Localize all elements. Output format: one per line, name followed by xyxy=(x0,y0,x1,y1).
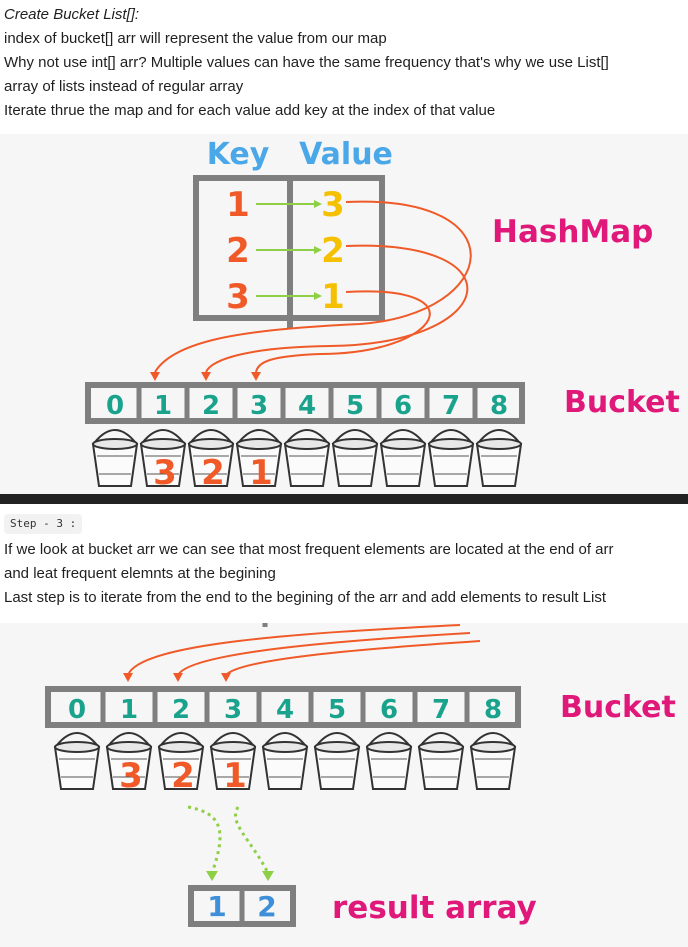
step-badge: Step - 3 : xyxy=(4,514,83,534)
pail-icon xyxy=(417,732,465,790)
arrowhead xyxy=(201,372,211,381)
explanation-line: array of lists instead of regular array xyxy=(4,78,244,95)
section-heading-create-bucket: Create Bucket List[]: xyxy=(4,6,140,23)
arrow-into-bucket3 xyxy=(225,640,481,676)
value-header: Value xyxy=(299,137,393,172)
bucket-content-3: 1 xyxy=(223,756,247,796)
hashmap-value-1: 1 xyxy=(321,277,345,317)
arrowhead xyxy=(150,372,160,381)
incoming-arrows xyxy=(123,624,481,682)
hashmap-rows: 1 3 2 2 3 1 xyxy=(226,185,345,317)
bucket-index-6: 6 xyxy=(394,391,412,421)
result-value-1: 1 xyxy=(207,890,226,923)
pail-icon xyxy=(469,732,517,790)
bucket-index-3: 3 xyxy=(250,391,268,421)
explanation-line: and leat frequent elemnts at the beginin… xyxy=(4,565,276,582)
pail-icon xyxy=(427,429,475,487)
hashmap-label: HashMap xyxy=(492,214,653,250)
explanation-line: Why not use int[] arr? Multiple values c… xyxy=(4,54,609,71)
pail-icon xyxy=(53,732,101,790)
pail-icon xyxy=(91,429,139,487)
pail-icon xyxy=(475,429,523,487)
hashmap-key-2: 2 xyxy=(226,231,250,271)
pail-icon xyxy=(283,429,331,487)
arrowhead xyxy=(206,871,218,881)
explanation-line: Iterate thrue the map and for each value… xyxy=(4,102,496,119)
result-value-2: 2 xyxy=(257,890,276,923)
bucket-index-4: 4 xyxy=(298,391,316,421)
arrowhead xyxy=(262,871,274,881)
pail-icon xyxy=(261,732,309,790)
arrow-bucket1-to-result xyxy=(234,806,270,874)
bucket-index-7: 7 xyxy=(442,391,460,421)
arrow-into-bucket1 xyxy=(127,624,461,676)
bucket-index-3: 3 xyxy=(224,695,242,725)
explanation-line: If we look at bucket arr we can see that… xyxy=(4,541,614,558)
bucket-index-1: 1 xyxy=(120,695,138,725)
bucket-to-result-diagram: 012345678 Bucket 321 12 result array xyxy=(45,623,676,927)
bucket-index-cells: 012345678 xyxy=(106,385,508,421)
hashmap-value-2: 2 xyxy=(321,231,345,271)
bucket-index-8: 8 xyxy=(490,391,508,421)
key-header: Key xyxy=(207,137,270,172)
bucket-content-2: 2 xyxy=(201,453,225,493)
bucket-label: Bucket xyxy=(564,385,680,420)
bucket-index-5: 5 xyxy=(346,391,364,421)
arrow-bucket2-to-result xyxy=(187,805,222,874)
bucket-content-1: 3 xyxy=(153,453,177,493)
pail-icon xyxy=(379,429,427,487)
section-divider xyxy=(0,494,688,504)
bucket-index-6: 6 xyxy=(380,695,398,725)
arrowhead xyxy=(251,372,261,381)
bucket-index-2: 2 xyxy=(202,391,220,421)
bucket-pails: 321 xyxy=(91,429,523,493)
bucket-index-2: 2 xyxy=(172,695,190,725)
hashmap-key-3: 3 xyxy=(226,277,250,317)
result-array-label: result array xyxy=(332,890,537,926)
arrowhead xyxy=(123,673,133,682)
bucket-index-0: 0 xyxy=(106,391,124,421)
bucket-label: Bucket xyxy=(560,690,676,725)
hashmap-key-1: 1 xyxy=(226,185,250,225)
pail-icon xyxy=(331,429,379,487)
bucket-index-1: 1 xyxy=(154,391,172,421)
pail-icon xyxy=(365,732,413,790)
bucket-index-4: 4 xyxy=(276,695,294,725)
explanation-line: Last step is to iterate from the end to … xyxy=(4,589,607,606)
bucket-index-8: 8 xyxy=(484,695,502,725)
bucket-index-7: 7 xyxy=(432,695,450,725)
bucket-content-1: 3 xyxy=(119,756,143,796)
arrowhead xyxy=(173,673,183,682)
hashmap-bucket-diagram: Key Value 1 32 23 1 HashMap 012345678 Bucke… xyxy=(85,137,680,493)
pail-icon xyxy=(313,732,361,790)
bucket-content-2: 2 xyxy=(171,756,195,796)
hashmap-value-3: 3 xyxy=(321,185,345,225)
result-arrows xyxy=(187,805,274,881)
bucket-pails: 321 xyxy=(53,732,517,796)
bucket-index-5: 5 xyxy=(328,695,346,725)
bucket-index-cells: 0 1 2 3 4 5 6 7 8 xyxy=(68,689,502,725)
bucket-content-3: 1 xyxy=(249,453,273,493)
explanation-line: index of bucket[] arr will represent the… xyxy=(4,30,387,47)
bucket-index-0: 0 xyxy=(68,695,86,725)
arrowhead xyxy=(221,673,231,682)
